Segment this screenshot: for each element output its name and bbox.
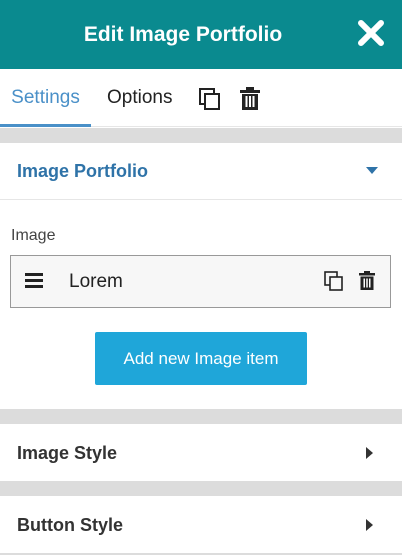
section-image-style[interactable]: Image Style bbox=[0, 424, 402, 481]
repeater-item[interactable]: Lorem bbox=[10, 255, 391, 308]
duplicate-item-icon[interactable] bbox=[323, 270, 345, 292]
section-title-image-style: Image Style bbox=[17, 443, 118, 463]
section-separator bbox=[0, 409, 402, 424]
add-image-item-button[interactable]: Add new Image item bbox=[95, 332, 307, 385]
drag-handle-icon[interactable] bbox=[25, 273, 43, 289]
section-separator bbox=[0, 481, 402, 496]
trash-icon[interactable] bbox=[237, 86, 263, 112]
repeater-label: Image bbox=[11, 227, 56, 244]
caret-right-icon bbox=[366, 519, 373, 531]
tab-settings[interactable]: Settings bbox=[0, 69, 91, 127]
close-icon bbox=[358, 20, 384, 46]
close-button[interactable] bbox=[352, 14, 390, 52]
panel-title: Edit Image Portfolio bbox=[83, 23, 283, 46]
section-image-portfolio[interactable]: Image Portfolio bbox=[0, 143, 402, 200]
duplicate-icon[interactable] bbox=[197, 86, 223, 112]
section-button-style[interactable]: Button Style bbox=[0, 496, 402, 553]
section-title-button-style: Button Style bbox=[17, 515, 123, 535]
repeater-item-label: Lorem bbox=[69, 271, 123, 292]
section-separator bbox=[0, 128, 402, 143]
delete-item-icon[interactable] bbox=[356, 270, 378, 292]
tab-options[interactable]: Options bbox=[107, 69, 172, 127]
caret-down-icon bbox=[366, 167, 378, 174]
caret-right-icon bbox=[366, 447, 373, 459]
panel-header: Edit Image Portfolio bbox=[0, 0, 402, 69]
section-title-image-portfolio: Image Portfolio bbox=[17, 161, 149, 181]
